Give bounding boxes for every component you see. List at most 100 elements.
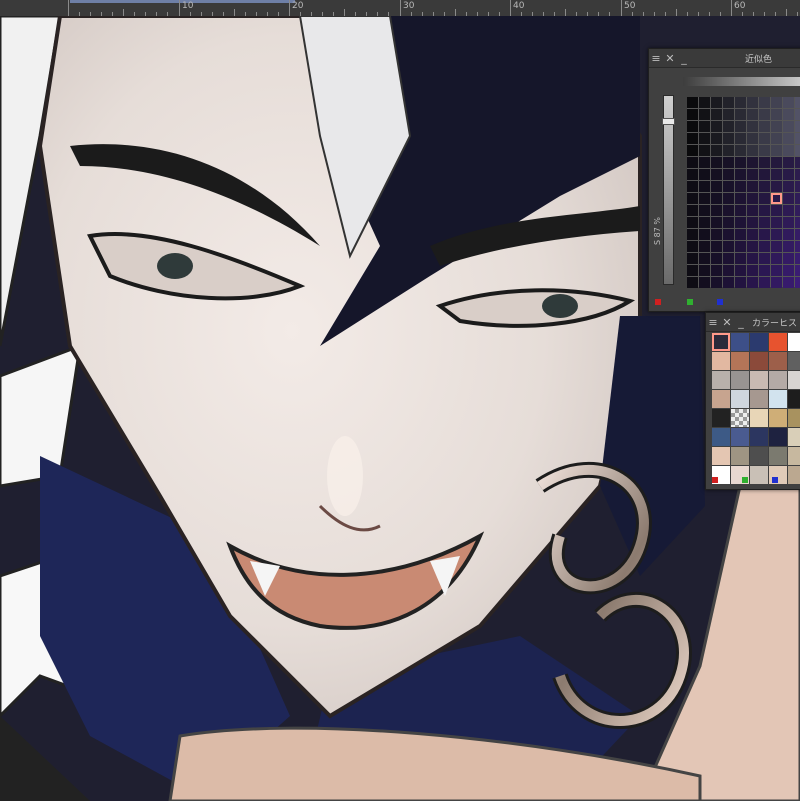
similar-color-swatch[interactable]: [747, 217, 758, 228]
saturation-slider[interactable]: [662, 95, 675, 285]
similar-color-swatch[interactable]: [783, 205, 794, 216]
similar-color-swatch[interactable]: [783, 133, 794, 144]
history-swatch[interactable]: [731, 428, 749, 446]
similar-color-swatch[interactable]: [699, 193, 710, 204]
similar-color-swatch[interactable]: [783, 277, 794, 288]
similar-color-swatch[interactable]: [687, 253, 698, 264]
minimize-icon[interactable]: _: [734, 313, 748, 331]
similar-color-swatch[interactable]: [783, 145, 794, 156]
similar-color-swatch[interactable]: [771, 121, 782, 132]
similar-color-swatch[interactable]: [795, 109, 800, 120]
similar-color-swatch[interactable]: [783, 217, 794, 228]
similar-color-swatch[interactable]: [771, 97, 782, 108]
similar-color-swatch[interactable]: [723, 157, 734, 168]
history-panel-header[interactable]: ≡ ✕ _ カラーヒスト: [706, 313, 800, 332]
similar-color-swatch[interactable]: [771, 133, 782, 144]
similar-color-swatch[interactable]: [735, 133, 746, 144]
similar-color-swatch[interactable]: [687, 229, 698, 240]
similar-color-swatch[interactable]: [711, 133, 722, 144]
similar-color-swatch[interactable]: [711, 121, 722, 132]
similar-color-swatch[interactable]: [699, 253, 710, 264]
color-history-grid[interactable]: [712, 333, 800, 484]
similar-color-swatch[interactable]: [759, 145, 770, 156]
similar-color-swatch[interactable]: [783, 229, 794, 240]
slider-knob[interactable]: [662, 118, 675, 125]
similar-color-swatch[interactable]: [687, 205, 698, 216]
similar-panel-header[interactable]: ≡ ✕ _ 近似色: [649, 49, 800, 68]
history-swatch[interactable]: [712, 390, 730, 408]
similar-color-swatch[interactable]: [723, 277, 734, 288]
history-swatch[interactable]: [788, 428, 800, 446]
history-swatch[interactable]: [750, 333, 768, 351]
similar-color-swatch[interactable]: [759, 157, 770, 168]
similar-color-swatch[interactable]: [723, 109, 734, 120]
similar-color-swatch[interactable]: [747, 97, 758, 108]
similar-color-swatch[interactable]: [759, 265, 770, 276]
similar-color-swatch[interactable]: [723, 217, 734, 228]
history-swatch[interactable]: [731, 371, 749, 389]
similar-color-swatch[interactable]: [747, 121, 758, 132]
history-swatch[interactable]: [731, 409, 749, 427]
similar-color-swatch[interactable]: [795, 277, 800, 288]
color-history-panel[interactable]: ≡ ✕ _ カラーヒスト: [705, 312, 800, 490]
similar-color-swatch[interactable]: [747, 277, 758, 288]
history-swatch[interactable]: [750, 428, 768, 446]
similar-color-swatch[interactable]: [771, 253, 782, 264]
similar-color-swatch[interactable]: [699, 133, 710, 144]
similar-color-swatch[interactable]: [687, 121, 698, 132]
similar-color-swatch[interactable]: [771, 157, 782, 168]
similar-color-swatch[interactable]: [747, 193, 758, 204]
similar-color-swatch[interactable]: [759, 97, 770, 108]
similar-color-swatch[interactable]: [795, 241, 800, 252]
similar-color-swatch[interactable]: [711, 145, 722, 156]
similar-color-swatch[interactable]: [687, 109, 698, 120]
similar-color-swatch[interactable]: [783, 157, 794, 168]
similar-color-swatch[interactable]: [687, 181, 698, 192]
similar-color-swatch[interactable]: [795, 193, 800, 204]
similar-color-swatch[interactable]: [687, 265, 698, 276]
similar-color-swatch[interactable]: [699, 169, 710, 180]
similar-color-swatch[interactable]: [747, 181, 758, 192]
similar-color-swatch[interactable]: [771, 205, 782, 216]
similar-color-swatch[interactable]: [711, 109, 722, 120]
similar-color-swatch[interactable]: [687, 217, 698, 228]
history-swatch[interactable]: [788, 409, 800, 427]
similar-color-swatch[interactable]: [747, 157, 758, 168]
history-swatch[interactable]: [788, 371, 800, 389]
similar-color-swatch[interactable]: [711, 157, 722, 168]
similar-color-grid[interactable]: [687, 97, 800, 288]
similar-color-swatch[interactable]: [735, 169, 746, 180]
similar-color-swatch[interactable]: [687, 157, 698, 168]
similar-color-swatch[interactable]: [795, 253, 800, 264]
similar-color-swatch[interactable]: [759, 193, 770, 204]
similar-color-swatch[interactable]: [699, 109, 710, 120]
similar-color-swatch[interactable]: [735, 241, 746, 252]
similar-color-swatch[interactable]: [759, 109, 770, 120]
history-swatch[interactable]: [769, 352, 787, 370]
similar-color-swatch[interactable]: [783, 193, 794, 204]
similar-color-swatch[interactable]: [723, 265, 734, 276]
similar-color-swatch[interactable]: [711, 169, 722, 180]
similar-color-swatch[interactable]: [735, 109, 746, 120]
similar-color-swatch[interactable]: [687, 133, 698, 144]
similar-color-swatch[interactable]: [747, 109, 758, 120]
similar-color-swatch[interactable]: [795, 97, 800, 108]
similar-color-swatch[interactable]: [723, 121, 734, 132]
similar-color-swatch[interactable]: [699, 229, 710, 240]
similar-color-swatch[interactable]: [699, 181, 710, 192]
similar-color-swatch[interactable]: [759, 253, 770, 264]
similar-color-swatch[interactable]: [795, 145, 800, 156]
similar-color-swatch[interactable]: [723, 181, 734, 192]
similar-color-swatch[interactable]: [723, 133, 734, 144]
similar-color-swatch[interactable]: [771, 241, 782, 252]
similar-color-swatch[interactable]: [699, 205, 710, 216]
similar-color-swatch[interactable]: [735, 277, 746, 288]
similar-color-swatch[interactable]: [699, 145, 710, 156]
similar-color-swatch[interactable]: [711, 265, 722, 276]
similar-color-swatch[interactable]: [759, 169, 770, 180]
history-swatch[interactable]: [769, 371, 787, 389]
similar-color-swatch[interactable]: [759, 277, 770, 288]
similar-color-swatch[interactable]: [759, 133, 770, 144]
similar-color-swatch[interactable]: [687, 169, 698, 180]
similar-color-swatch[interactable]: [723, 241, 734, 252]
